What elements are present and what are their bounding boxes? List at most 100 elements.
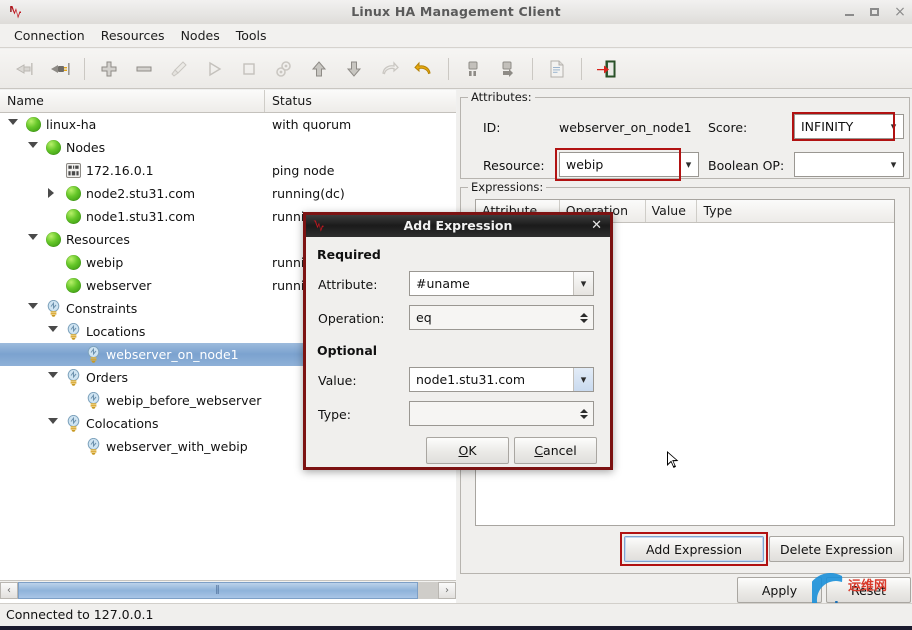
activate-node-icon[interactable] [491,53,525,85]
menu-connection[interactable]: Connection [6,26,93,45]
bulb-icon [87,392,100,409]
tree-row[interactable]: 172.16.0.1 ping node [0,159,456,182]
tree-expander-open-icon[interactable] [28,142,38,148]
application-window: Linux HA Management Client × Connection … [0,0,912,630]
required-section-label: Required [317,247,381,262]
scrollbar-track[interactable]: ‖ [18,581,438,599]
chevron-down-icon[interactable]: ▾ [573,272,593,295]
tree-row[interactable]: Nodes [0,136,456,159]
green-ball-icon [66,278,81,293]
start-play-icon[interactable] [197,53,231,85]
document-cib-icon[interactable] [540,53,574,85]
optional-section-label: Optional [317,343,378,358]
tree-expander-open-icon[interactable] [28,303,38,309]
tree-expander-open-icon[interactable] [28,234,38,240]
close-button[interactable]: × [894,5,906,19]
manage-gears-icon[interactable] [267,53,301,85]
chevron-down-icon[interactable]: ▾ [679,153,698,176]
menu-tools[interactable]: Tools [228,26,275,45]
green-ball-icon [26,117,41,132]
cancel-suffix: ancel [543,443,577,458]
attributes-groupbox: Attributes: ID: webserver_on_node1 Score… [460,90,910,181]
ping-node-icon [66,163,81,178]
window-bottom-edge [0,626,912,630]
tree-row[interactable]: node2.stu31.com running(dc) [0,182,456,205]
toolbar [0,49,912,89]
maximize-button[interactable] [869,6,881,18]
add-expression-button[interactable]: Add Expression [624,536,764,562]
delete-expression-button[interactable]: Delete Expression [769,536,904,562]
cleanup-broom-icon[interactable] [162,53,196,85]
resource-value: webip [566,157,604,172]
standby-node-icon[interactable] [456,53,490,85]
menu-nodes[interactable]: Nodes [173,26,228,45]
col-type[interactable]: Type [697,200,894,222]
tree-row-label: linux-ha [46,117,97,132]
disconnect-icon[interactable] [8,53,42,85]
resource-label: Resource: [483,158,545,173]
tree-expander-closed-icon[interactable] [48,188,54,198]
ok-mnemonic: O [458,443,469,458]
resource-combo[interactable]: webip ▾ [559,152,699,177]
tree-row-status: running(dc) [272,186,345,201]
scrollbar-thumb[interactable]: ‖ [18,581,418,599]
operation-value: eq [416,310,432,325]
window-controls: × [844,0,906,24]
score-combo[interactable]: INFINITY ▾ [794,114,904,139]
dialog-title: Add Expression [403,218,513,233]
boolean-op-label: Boolean OP: [708,158,785,173]
attribute-value: #uname [416,276,470,291]
attribute-combo[interactable]: #uname ▾ [409,271,594,296]
undo-arrow-icon[interactable] [407,53,441,85]
scroll-left-arrow-icon[interactable]: ‹ [0,581,18,599]
type-spinner[interactable] [409,401,594,426]
tree-row-label: node1.stu31.com [86,209,196,224]
tree-row[interactable]: linux-ha with quorum [0,113,456,136]
tree-row-status: ping node [272,163,335,178]
ok-suffix: K [468,443,477,458]
green-ball-icon [66,209,81,224]
window-titlebar: Linux HA Management Client × [0,0,912,25]
migrate-up-icon[interactable] [302,53,336,85]
minimize-button[interactable] [844,6,856,18]
add-expression-dialog: Add Expression ✕ Required Attribute: #un… [303,212,613,470]
chevron-down-icon[interactable]: ▾ [573,368,593,391]
tree-row-label: webip_before_webserver [106,393,262,408]
tree-row-label: Nodes [66,140,106,155]
value-combo[interactable]: node1.stu31.com ▾ [409,367,594,392]
tree-column-status[interactable]: Status [265,90,456,112]
connect-icon[interactable] [43,53,77,85]
dialog-ok-button[interactable]: OK [426,437,509,464]
tree-column-name[interactable]: Name [0,90,265,112]
bulb-icon [67,369,80,386]
dialog-close-icon[interactable]: ✕ [591,215,602,237]
menu-resources[interactable]: Resources [93,26,173,45]
spinner-arrows-icon[interactable] [574,402,593,425]
tree-row-status: with quorum [272,117,352,132]
col-value[interactable]: Value [646,200,698,222]
spinner-arrows-icon[interactable] [574,306,593,329]
apply-button[interactable]: Apply [737,577,822,603]
exit-door-icon[interactable] [589,53,623,85]
tree-row-label: Constraints [66,301,138,316]
remove-icon[interactable] [127,53,161,85]
reset-button[interactable]: Reset [826,577,911,603]
chevron-down-icon[interactable]: ▾ [884,153,903,176]
tree-row-label: webserver_with_webip [106,439,248,454]
scroll-right-arrow-icon[interactable]: › [438,581,456,599]
operation-spinner[interactable]: eq [409,305,594,330]
toolbar-separator-3 [532,57,533,80]
tree-expander-open-icon[interactable] [48,326,58,332]
dialog-cancel-button[interactable]: Cancel [514,437,597,464]
stop-square-icon[interactable] [232,53,266,85]
boolean-op-combo[interactable]: ▾ [794,152,904,177]
migrate-down-icon[interactable] [337,53,371,85]
tree-expander-open-icon[interactable] [8,119,18,125]
window-title: Linux HA Management Client [351,4,561,19]
tree-expander-open-icon[interactable] [48,372,58,378]
tree-expander-open-icon[interactable] [48,418,58,424]
chevron-down-icon[interactable]: ▾ [884,115,903,138]
add-icon[interactable] [92,53,126,85]
redo-arrow-icon[interactable] [372,53,406,85]
tree-horizontal-scrollbar[interactable]: ‹ ‖ › [0,580,456,599]
